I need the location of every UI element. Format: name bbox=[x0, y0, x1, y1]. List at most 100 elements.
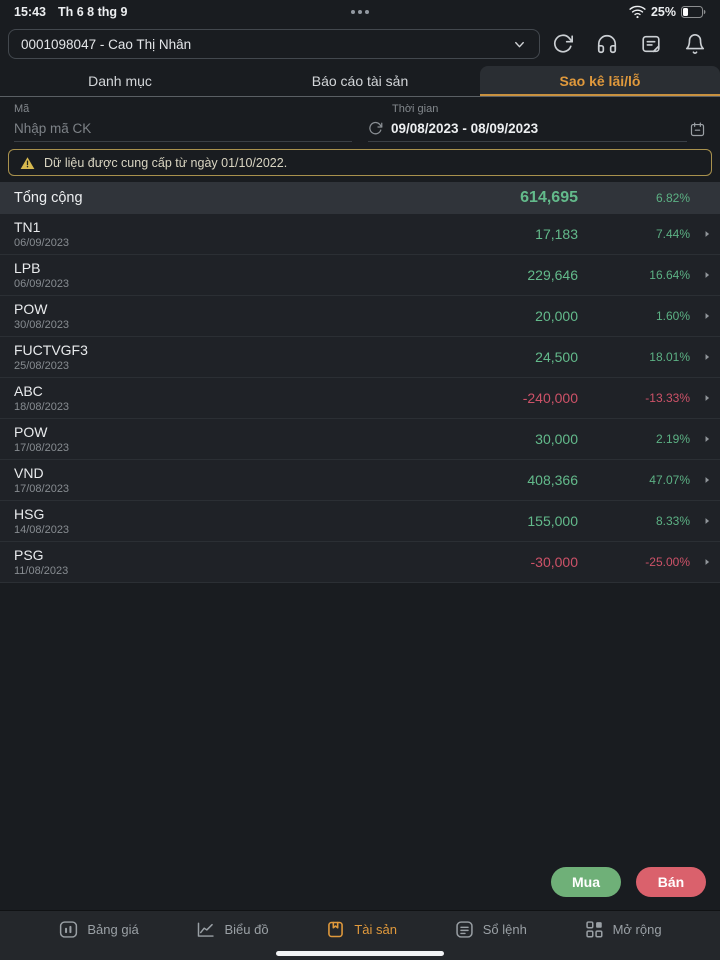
code-input-placeholder: Nhập mã CK bbox=[14, 121, 91, 136]
chevron-right-icon bbox=[690, 311, 712, 321]
row-date: 06/09/2023 bbox=[14, 237, 428, 249]
tab-sao-ke-lai-lo[interactable]: Sao kê lãi/lỗ bbox=[480, 66, 720, 96]
reset-date-icon[interactable] bbox=[368, 121, 383, 136]
order-book-icon bbox=[454, 919, 475, 940]
row-profit-percent: -25.00% bbox=[578, 555, 690, 569]
chevron-right-icon bbox=[690, 270, 712, 280]
row-profit-value: 155,000 bbox=[428, 513, 578, 529]
statement-row[interactable]: TN1 06/09/2023 17,183 7.44% bbox=[0, 214, 720, 255]
code-input[interactable]: Nhập mã CK bbox=[14, 120, 352, 142]
row-date: 14/08/2023 bbox=[14, 524, 428, 536]
chevron-right-icon bbox=[690, 393, 712, 403]
row-date: 11/08/2023 bbox=[14, 565, 428, 577]
chevron-right-icon bbox=[690, 516, 712, 526]
clock: 15:43 bbox=[14, 5, 46, 19]
nav-label: Bảng giá bbox=[87, 922, 138, 937]
tab-bar: Danh mục Báo cáo tài sản Sao kê lãi/lỗ bbox=[0, 66, 720, 97]
row-date: 17/08/2023 bbox=[14, 483, 428, 495]
code-filter: Mã Nhập mã CK bbox=[14, 103, 352, 142]
expand-grid-icon bbox=[584, 919, 605, 940]
warning-triangle-icon bbox=[20, 156, 35, 170]
row-profit-value: 17,183 bbox=[428, 226, 578, 242]
tab-bao-cao-tai-san[interactable]: Báo cáo tài sản bbox=[240, 66, 480, 96]
total-percent: 6.82% bbox=[578, 191, 690, 205]
sell-button[interactable]: Bán bbox=[636, 867, 706, 897]
statement-row[interactable]: POW 17/08/2023 30,000 2.19% bbox=[0, 419, 720, 460]
row-date: 18/08/2023 bbox=[14, 401, 428, 413]
statement-row[interactable]: FUCTVGF3 25/08/2023 24,500 18.01% bbox=[0, 337, 720, 378]
row-symbol: HSG bbox=[14, 506, 428, 522]
assets-wallet-icon bbox=[325, 919, 346, 940]
chevron-right-icon bbox=[690, 352, 712, 362]
nav-item-so-lenh[interactable]: Sổ lệnh bbox=[454, 919, 527, 940]
row-profit-percent: 18.01% bbox=[578, 350, 690, 364]
account-selector[interactable]: 0001098047 - Cao Thị Nhân bbox=[8, 29, 540, 59]
multitask-dots-icon[interactable] bbox=[351, 10, 369, 14]
nav-label: Sổ lệnh bbox=[483, 922, 527, 937]
row-profit-value: 30,000 bbox=[428, 431, 578, 447]
nav-item-bieu-do[interactable]: Biểu đồ bbox=[195, 919, 268, 940]
row-symbol: LPB bbox=[14, 260, 428, 276]
statement-row[interactable]: VND 17/08/2023 408,366 47.07% bbox=[0, 460, 720, 501]
account-selector-value: 0001098047 - Cao Thị Nhân bbox=[21, 37, 191, 52]
support-headset-icon[interactable] bbox=[596, 33, 618, 55]
row-profit-percent: 8.33% bbox=[578, 514, 690, 528]
chevron-down-icon bbox=[512, 37, 527, 52]
row-symbol: TN1 bbox=[14, 219, 428, 235]
row-profit-percent: 7.44% bbox=[578, 227, 690, 241]
statement-list: TN1 06/09/2023 17,183 7.44% LPB 06/09/20… bbox=[0, 214, 720, 583]
nav-item-mo-rong[interactable]: Mở rộng bbox=[584, 919, 662, 940]
row-symbol: FUCTVGF3 bbox=[14, 342, 428, 358]
row-profit-percent: 2.19% bbox=[578, 432, 690, 446]
line-chart-icon bbox=[195, 919, 216, 940]
date-range-field[interactable]: 09/08/2023 - 08/09/2023 bbox=[368, 120, 687, 142]
trade-actions: Mua Bán bbox=[551, 867, 706, 897]
feedback-note-icon[interactable] bbox=[640, 33, 662, 55]
nav-label: Tài sản bbox=[354, 922, 397, 937]
row-profit-value: 229,646 bbox=[428, 267, 578, 283]
nav-item-tai-san[interactable]: Tài sản bbox=[325, 919, 397, 940]
row-date: 25/08/2023 bbox=[14, 360, 428, 372]
data-warning-banner: Dữ liệu được cung cấp từ ngày 01/10/2022… bbox=[8, 149, 712, 176]
chevron-right-icon bbox=[690, 475, 712, 485]
total-row: Tổng cộng 614,695 6.82% bbox=[0, 182, 720, 214]
row-profit-value: -240,000 bbox=[428, 390, 578, 406]
row-profit-value: 408,366 bbox=[428, 472, 578, 488]
tab-danh-muc[interactable]: Danh mục bbox=[0, 66, 240, 96]
row-profit-percent: 16.64% bbox=[578, 268, 690, 282]
total-label: Tổng cộng bbox=[14, 190, 428, 206]
home-indicator[interactable] bbox=[276, 951, 444, 956]
chevron-right-icon bbox=[690, 557, 712, 567]
row-profit-percent: -13.33% bbox=[578, 391, 690, 405]
code-filter-label: Mã bbox=[14, 103, 352, 115]
status-bar: 15:43 Th 6 8 thg 9 25% bbox=[0, 0, 720, 24]
row-symbol: VND bbox=[14, 465, 428, 481]
buy-button[interactable]: Mua bbox=[551, 867, 621, 897]
row-symbol: POW bbox=[14, 301, 428, 317]
statement-row[interactable]: HSG 14/08/2023 155,000 8.33% bbox=[0, 501, 720, 542]
calendar-icon[interactable] bbox=[689, 121, 706, 138]
chevron-right-icon bbox=[690, 434, 712, 444]
row-profit-value: 20,000 bbox=[428, 308, 578, 324]
nav-label: Biểu đồ bbox=[224, 922, 268, 937]
data-warning-text: Dữ liệu được cung cấp từ ngày 01/10/2022… bbox=[44, 156, 287, 170]
statement-row[interactable]: LPB 06/09/2023 229,646 16.64% bbox=[0, 255, 720, 296]
statement-row[interactable]: ABC 18/08/2023 -240,000 -13.33% bbox=[0, 378, 720, 419]
row-date: 06/09/2023 bbox=[14, 278, 428, 290]
chevron-right-icon bbox=[690, 229, 712, 239]
row-symbol: ABC bbox=[14, 383, 428, 399]
row-symbol: POW bbox=[14, 424, 428, 440]
row-profit-percent: 1.60% bbox=[578, 309, 690, 323]
nav-label: Mở rộng bbox=[613, 922, 662, 937]
notifications-bell-icon[interactable] bbox=[684, 33, 706, 55]
statement-row[interactable]: PSG 11/08/2023 -30,000 -25.00% bbox=[0, 542, 720, 583]
price-board-icon bbox=[58, 919, 79, 940]
statement-row[interactable]: POW 30/08/2023 20,000 1.60% bbox=[0, 296, 720, 337]
battery-percent: 25% bbox=[651, 5, 676, 19]
total-value: 614,695 bbox=[428, 189, 578, 207]
row-profit-value: 24,500 bbox=[428, 349, 578, 365]
filter-section: Mã Nhập mã CK Thời gian 09/08/2023 - 08/… bbox=[0, 97, 720, 142]
wifi-icon bbox=[629, 5, 646, 19]
nav-item-bang-gia[interactable]: Bảng giá bbox=[58, 919, 138, 940]
refresh-icon[interactable] bbox=[552, 33, 574, 55]
